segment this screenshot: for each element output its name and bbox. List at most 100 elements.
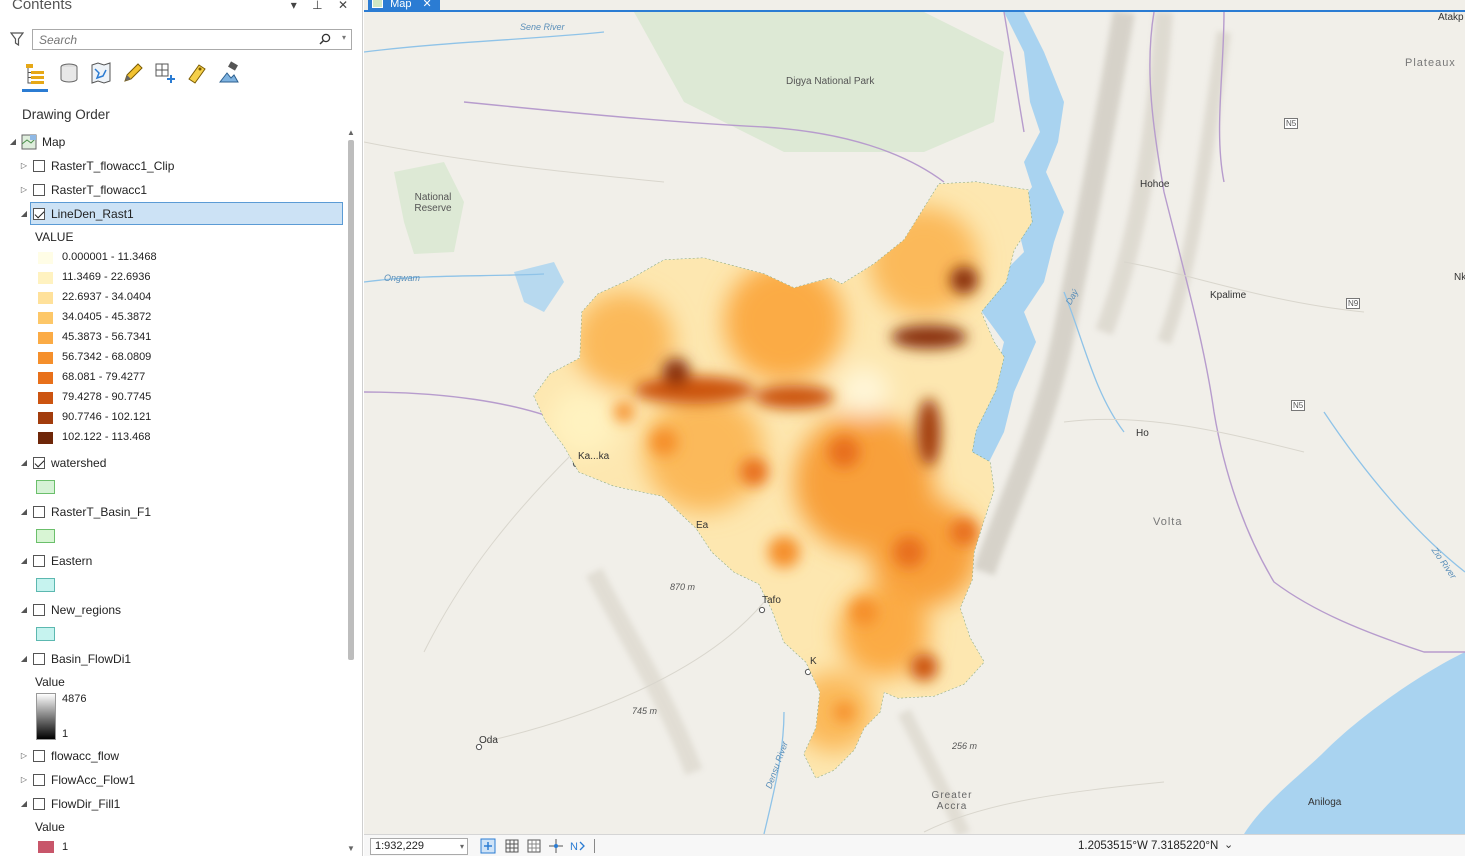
labeling-icon (188, 64, 206, 84)
tree-item-label: Map (42, 135, 66, 149)
collapse-icon[interactable]: ◢ (19, 203, 29, 225)
map-tab[interactable]: Map ✕ (368, 0, 440, 10)
expand-icon[interactable]: ▷ (19, 745, 29, 767)
scale-selector[interactable]: 1:932,229 ▾ (370, 838, 468, 855)
place-label: National Reserve (414, 192, 452, 214)
layer-name: FlowAcc_Flow1 (51, 773, 136, 787)
layer-visibility-checkbox[interactable] (33, 506, 45, 518)
symbol-patch (36, 578, 55, 592)
collapse-icon[interactable]: ◢ (19, 501, 29, 523)
legend-swatch (38, 252, 53, 264)
layer-visibility-checkbox[interactable] (33, 798, 45, 810)
layer-visibility-checkbox[interactable] (33, 160, 45, 172)
ramp-min-label: 1 (62, 728, 69, 740)
filter-icon[interactable] (10, 32, 24, 46)
layer-visibility-checkbox[interactable] (33, 653, 45, 665)
legend-swatch (38, 272, 53, 284)
legend-class-label: 1 (62, 841, 69, 853)
coordinate-format-chevron-icon[interactable]: ⌄ (1224, 838, 1233, 851)
legend-swatch (38, 292, 53, 304)
expand-icon[interactable]: ▷ (19, 155, 29, 177)
legend-class-label: 68.081 - 79.4277 (62, 371, 146, 383)
map-status-bar: 1:932,229 ▾ N 1.2053515°W 7.3185220°N ⌄ (364, 834, 1465, 856)
search-options-chevron-icon[interactable]: ▾ (342, 33, 346, 42)
search-box[interactable]: ▾ (32, 29, 352, 50)
scroll-up-icon[interactable]: ▲ (347, 128, 355, 137)
fixed-zoom-icon[interactable] (480, 838, 496, 854)
collapse-icon[interactable]: ◢ (19, 793, 29, 815)
grid-snap-icon[interactable] (504, 838, 520, 854)
legend-class-label: 11.3469 - 22.6936 (62, 271, 151, 283)
layer-visibility-checkbox[interactable] (33, 604, 45, 616)
legend-swatch (38, 432, 53, 444)
list-by-snapping-button[interactable] (152, 60, 178, 86)
legend-heading: Value (35, 820, 65, 834)
svg-text:N: N (570, 841, 578, 853)
list-by-selection-button[interactable] (88, 60, 114, 86)
place-label: Kpalime (1210, 290, 1247, 301)
place-label: Tafo (762, 595, 781, 606)
map-tab-label: Map (390, 0, 412, 10)
scale-value: 1:932,229 (375, 840, 424, 852)
search-icon[interactable] (319, 33, 331, 45)
legend-swatch (38, 352, 53, 364)
collapse-icon[interactable]: ◢ (19, 452, 29, 474)
layer-name: Basin_FlowDi1 (51, 652, 132, 666)
ramp-max-label: 4876 (62, 693, 87, 705)
expand-icon[interactable]: ▷ (19, 769, 29, 791)
snapping-icon[interactable] (548, 838, 564, 854)
scrollbar-thumb[interactable] (348, 140, 354, 660)
collapse-icon[interactable]: ◢ (19, 550, 29, 572)
symbol-patch (36, 480, 55, 494)
pencil-icon (124, 63, 143, 82)
list-by-labeling-button[interactable] (184, 60, 210, 86)
layer-visibility-checkbox[interactable] (33, 208, 45, 220)
list-by-perspective-imagery-button[interactable] (216, 60, 242, 86)
legend-class-label: 45.3873 - 56.7341 (62, 331, 152, 343)
chevron-down-icon[interactable]: ▾ (460, 839, 464, 854)
layer-name: RasterT_flowacc1_Clip (51, 159, 175, 173)
legend-class-label: 0.000001 - 11.3468 (62, 251, 157, 263)
legend-swatch (38, 841, 54, 853)
place-label: Ka...ka (578, 451, 610, 462)
scroll-down-icon[interactable]: ▼ (347, 844, 355, 853)
status-separator (594, 839, 595, 853)
search-input[interactable] (33, 30, 309, 49)
layer-visibility-checkbox[interactable] (33, 750, 45, 762)
place-label: Aniloga (1308, 797, 1342, 808)
layer-visibility-checkbox[interactable] (33, 457, 45, 469)
layer-visibility-checkbox[interactable] (33, 774, 45, 786)
layer-visibility-checkbox[interactable] (33, 184, 45, 196)
pane-controls[interactable]: ▾ ⊥ ✕ (291, 0, 354, 12)
list-by-data-source-button[interactable] (56, 60, 82, 86)
place-label: Hohoe (1140, 179, 1170, 190)
list-by-editing-button[interactable] (120, 60, 146, 86)
layer-visibility-checkbox[interactable] (33, 555, 45, 567)
north-arrow-icon[interactable]: N (570, 838, 586, 854)
place-label: Digya National Park (786, 76, 875, 87)
selection-map-icon (91, 62, 111, 84)
list-by-drawing-order-button[interactable] (22, 60, 48, 92)
legend-class-label: 79.4278 - 90.7745 (62, 391, 152, 403)
layer-name: watershed (51, 456, 107, 470)
collapse-icon[interactable]: ◢ (19, 648, 29, 670)
expand-icon[interactable]: ▷ (19, 179, 29, 201)
place-label: Oda (479, 735, 498, 746)
road-shield: N9 (1346, 298, 1361, 309)
database-icon (60, 63, 78, 83)
contents-scrollbar[interactable]: ▲ ▼ (346, 128, 356, 856)
symbol-patch (36, 529, 55, 543)
collapse-icon[interactable]: ◢ (8, 131, 18, 153)
layer-name: flowacc_flow (51, 749, 120, 763)
table-grid-icon[interactable] (526, 838, 542, 854)
close-tab-icon[interactable]: ✕ (423, 0, 432, 10)
place-label: K (810, 656, 817, 667)
symbol-patch (36, 627, 55, 641)
collapse-icon[interactable]: ◢ (19, 599, 29, 621)
legend-class-label: 34.0405 - 45.3872 (62, 311, 152, 323)
map-view[interactable]: Map ✕ Digya National Park National Reser… (364, 0, 1465, 856)
map-canvas[interactable] (364, 12, 1465, 834)
place-label: Nk (1454, 272, 1465, 283)
place-label: Atakp (1438, 12, 1464, 23)
river-label: Sene River (520, 22, 565, 32)
